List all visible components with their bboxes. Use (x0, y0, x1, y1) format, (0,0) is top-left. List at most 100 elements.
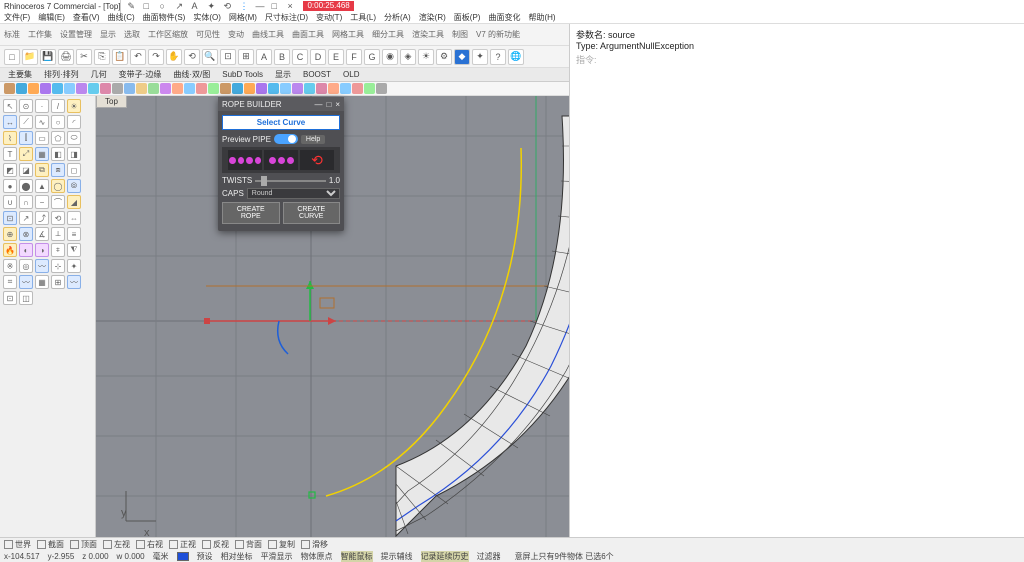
ic-7[interactable] (76, 83, 87, 94)
a-icon[interactable]: A (191, 1, 201, 11)
pencil-icon[interactable]: ✎ (127, 1, 137, 11)
ic-11[interactable] (124, 83, 135, 94)
caps-select[interactable]: Round (247, 188, 340, 199)
st-srfb[interactable]: ⧈ (51, 163, 65, 177)
menu-curve[interactable]: 曲线(C) (108, 12, 135, 23)
chk-sec[interactable] (37, 540, 46, 549)
maximize-icon[interactable]: □ (271, 1, 281, 11)
st-arc[interactable]: ◜ (67, 115, 81, 129)
tool-open[interactable]: 📁 (22, 49, 38, 65)
st-srf3[interactable]: ◩ (3, 163, 17, 177)
st-curve[interactable]: ∿ (35, 115, 49, 129)
tog-obj[interactable]: 物体原点 (301, 551, 333, 562)
st-box[interactable]: ◻ (67, 163, 81, 177)
tool-o[interactable]: 🌐 (508, 49, 524, 65)
tool-l[interactable]: ◆ (454, 49, 470, 65)
ic-9[interactable] (100, 83, 111, 94)
tool-b[interactable]: B (274, 49, 290, 65)
tool-k[interactable]: ⚙ (436, 49, 452, 65)
chk-slide[interactable] (301, 540, 310, 549)
st-hatch[interactable]: ▦ (35, 147, 49, 161)
ic-12[interactable] (136, 83, 147, 94)
st-a3[interactable]: ≡ (67, 227, 81, 241)
menu-transform[interactable]: 变动(T) (316, 12, 342, 23)
st-arrow[interactable]: ↖ (3, 99, 17, 113)
ic-25[interactable] (292, 83, 303, 94)
tab-curve[interactable]: 曲线·双/图 (173, 69, 210, 80)
st-sun[interactable]: ☀ (67, 99, 81, 113)
shape-cluster[interactable] (264, 150, 298, 170)
st-d3[interactable]: ※ (3, 259, 17, 273)
st-p1[interactable]: ◐ (19, 243, 33, 257)
st-ellipse[interactable]: ⬭ (67, 131, 81, 145)
st-text[interactable]: T (3, 147, 17, 161)
layer-color[interactable] (177, 552, 189, 561)
st-bool1[interactable]: ∪ (3, 195, 17, 209)
tool-h[interactable]: ◉ (382, 49, 398, 65)
st-wav3[interactable]: 〰 (67, 275, 81, 289)
st-tor[interactable]: ◯ (51, 179, 65, 193)
sync-icon[interactable]: ⟲ (223, 1, 233, 11)
st-srf1[interactable]: ◧ (51, 147, 65, 161)
menu-tools[interactable]: 工具(L) (350, 12, 376, 23)
tog-smooth[interactable]: 平滑显示 (261, 551, 293, 562)
ic-5[interactable] (52, 83, 63, 94)
ic-15[interactable] (172, 83, 183, 94)
st-pt[interactable]: · (35, 99, 49, 113)
st-m5[interactable]: ⊕ (3, 227, 17, 241)
ic-32[interactable] (376, 83, 387, 94)
tool-cut[interactable]: ✂ (76, 49, 92, 65)
tool-paste[interactable]: 📋 (112, 49, 128, 65)
square-icon[interactable]: □ (143, 1, 153, 11)
tool-undo[interactable]: ↶ (130, 49, 146, 65)
st-a2[interactable]: ⟂ (51, 227, 65, 241)
menu-surface[interactable]: 曲面物件(S) (143, 12, 186, 23)
ic-14[interactable] (160, 83, 171, 94)
tool-c[interactable]: C (292, 49, 308, 65)
st-pline[interactable]: ⟋ (19, 115, 33, 129)
st-poly[interactable]: ⬠ (51, 131, 65, 145)
tab-subd[interactable]: SubD Tools (222, 70, 263, 79)
tool-redo[interactable]: ↷ (148, 49, 164, 65)
preview-pipe-toggle[interactable] (274, 134, 298, 144)
panel-maximize-icon[interactable]: □ (326, 100, 331, 109)
chk-back2[interactable] (235, 540, 244, 549)
ic-28[interactable] (328, 83, 339, 94)
tool-rotate[interactable]: ⟲ (184, 49, 200, 65)
ic-19[interactable] (220, 83, 231, 94)
tab-old[interactable]: OLD (343, 70, 359, 79)
ic-31[interactable] (364, 83, 375, 94)
rope-builder-panel[interactable]: ROPE BUILDER — □ × Select Curve Preview … (218, 97, 344, 231)
st-wav[interactable]: 〰 (35, 259, 49, 273)
st-d4[interactable]: ◎ (19, 259, 33, 273)
tool-d[interactable]: D (310, 49, 326, 65)
ic-18[interactable] (208, 83, 219, 94)
st-m3[interactable]: ⟲ (51, 211, 65, 225)
ic-3[interactable] (28, 83, 39, 94)
ic-27[interactable] (316, 83, 327, 94)
chk-right[interactable] (136, 540, 145, 549)
tool-save[interactable]: 💾 (40, 49, 56, 65)
st-srfa[interactable]: ⧉ (35, 163, 49, 177)
menu-solid[interactable]: 实体(O) (193, 12, 221, 23)
st-m2[interactable]: ⤴ (35, 211, 49, 225)
minimize-icon[interactable]: — (255, 1, 265, 11)
close-icon[interactable]: × (287, 1, 297, 11)
st-offset[interactable]: ⫿ (19, 131, 33, 145)
menu-analyze[interactable]: 分析(A) (384, 12, 411, 23)
st-bool3[interactable]: − (35, 195, 49, 209)
blue-arc[interactable] (278, 321, 288, 354)
chk-front[interactable] (169, 540, 178, 549)
st-p2[interactable]: ◑ (35, 243, 49, 257)
st-sph[interactable]: ● (3, 179, 17, 193)
curve-endpoint[interactable] (309, 492, 315, 498)
st-srf4[interactable]: ◪ (19, 163, 33, 177)
tab-edge[interactable]: 变带子·边缘 (119, 69, 162, 80)
ic-24[interactable] (280, 83, 291, 94)
menu-mesh[interactable]: 网格(M) (229, 12, 257, 23)
ic-6[interactable] (64, 83, 75, 94)
ic-22[interactable] (256, 83, 267, 94)
tog-rel[interactable]: 相对坐标 (221, 551, 253, 562)
st-pipe[interactable]: ⦾ (67, 179, 81, 193)
tog-rec[interactable]: 记录延续历史 (421, 551, 469, 562)
